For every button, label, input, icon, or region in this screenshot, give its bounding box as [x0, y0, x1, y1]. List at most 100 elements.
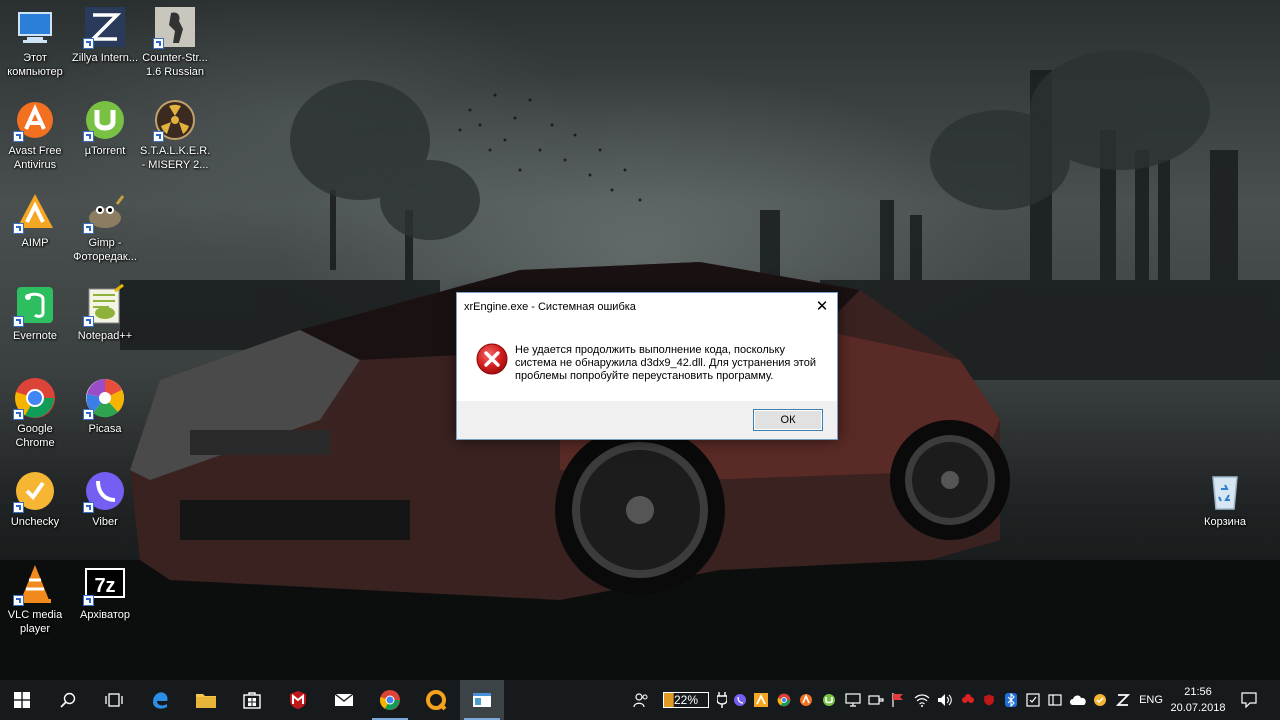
language-indicator[interactable]: ENG: [1136, 680, 1166, 720]
aimp-icon: [13, 190, 57, 234]
tray-avast[interactable]: [797, 680, 815, 720]
shortcut-arrow-icon: [83, 502, 94, 513]
taskbar-mail[interactable]: [322, 680, 366, 720]
desktop-icon[interactable]: Counter-Str... 1.6 Russian: [140, 5, 210, 79]
desktop-icon-label: VLC media player: [7, 609, 63, 635]
desktop-icon[interactable]: Picasa: [70, 376, 140, 436]
avast-icon: [13, 98, 57, 142]
tray-usb[interactable]: [866, 680, 886, 720]
desktop-icon[interactable]: Zillya Intern...: [70, 5, 140, 65]
this-pc-icon: [13, 5, 57, 49]
tray-utorrent[interactable]: [820, 680, 838, 720]
mail-icon: [334, 693, 354, 706]
desktop-icon-label: Notepad++: [77, 330, 133, 342]
desktop-icon[interactable]: Gimp - Фоторедак...: [70, 190, 140, 264]
tray-viber[interactable]: [731, 680, 749, 720]
tray-zillya[interactable]: [1114, 680, 1132, 720]
desktop-icon-label: Gimp - Фоторедак...: [73, 237, 137, 263]
taskbar-mcafee[interactable]: [276, 680, 320, 720]
shortcut-arrow-icon: [83, 595, 94, 606]
desktop-icon[interactable]: Evernote: [0, 283, 70, 343]
tray-app[interactable]: [1046, 680, 1064, 720]
display-icon: [845, 693, 861, 707]
unchecky-icon: [1094, 694, 1106, 706]
desktop-icon-label: Этот компьютер: [7, 52, 63, 78]
shortcut-arrow-icon: [13, 316, 24, 327]
desktop-icon[interactable]: Avast Free Antivirus: [0, 98, 70, 172]
clock[interactable]: 21:56 20.07.2018: [1170, 684, 1226, 716]
shortcut-arrow-icon: [153, 131, 164, 142]
desktop-icon[interactable]: Viber: [70, 469, 140, 529]
qip-icon: [426, 690, 447, 711]
gimp-icon: [83, 190, 127, 234]
tray-chrome[interactable]: [775, 680, 793, 720]
desktop-icon[interactable]: S.T.A.L.K.E.R. - MISERY 2...: [140, 98, 210, 172]
task-view-button[interactable]: [92, 680, 136, 720]
desktop-icon[interactable]: µTorrent: [70, 98, 140, 158]
folder-icon: [196, 694, 216, 708]
desktop-icon[interactable]: Unchecky: [0, 469, 70, 529]
tray-unchecky[interactable]: [1091, 680, 1109, 720]
wifi-icon: [914, 694, 930, 707]
desktop-icon-label: Google Chrome: [15, 423, 55, 449]
desktop-icon-label: Counter-Str... 1.6 Russian: [142, 52, 208, 78]
tray-wifi[interactable]: [912, 680, 932, 720]
taskbar-chrome[interactable]: [368, 680, 412, 720]
action-center-button[interactable]: [1232, 680, 1266, 720]
taskbar-xrengine[interactable]: [460, 680, 504, 720]
search-icon: [60, 692, 76, 708]
clock-time: 21:56: [1184, 686, 1212, 698]
tray-volume[interactable]: [935, 680, 955, 720]
dialog-close-button[interactable]: ✕: [807, 293, 837, 321]
tray-bluetooth[interactable]: [1002, 680, 1020, 720]
app-tray-icon: [1048, 694, 1062, 706]
shortcut-arrow-icon: [83, 223, 94, 234]
dialog-title: xrEngine.exe - Системная ошибка: [464, 301, 636, 313]
evernote-icon: [13, 283, 57, 327]
store-icon: [243, 692, 261, 709]
viber-icon: [83, 469, 127, 513]
desktop-icon[interactable]: Google Chrome: [0, 376, 70, 450]
chrome-icon: [13, 376, 57, 420]
taskbar-qip[interactable]: [414, 680, 458, 720]
tray-onedrive[interactable]: [1068, 680, 1088, 720]
tray-red-app[interactable]: [958, 680, 978, 720]
taskbar-store[interactable]: [230, 680, 274, 720]
desktop-icon[interactable]: Notepad++: [70, 283, 140, 343]
desktop-icon[interactable]: Этот компьютер: [0, 5, 70, 79]
tray-power-plug[interactable]: [713, 680, 731, 720]
desktop-icon[interactable]: 7z Архіватор: [70, 562, 140, 622]
utorrent-icon: [823, 694, 835, 706]
shortcut-arrow-icon: [13, 502, 24, 513]
taskbar-edge[interactable]: [138, 680, 182, 720]
counter-strike-icon: [153, 5, 197, 49]
ok-button[interactable]: ОК: [753, 409, 823, 431]
tray-shield[interactable]: [1024, 680, 1042, 720]
tray-flag[interactable]: [889, 680, 907, 720]
search-button[interactable]: [46, 680, 90, 720]
shortcut-arrow-icon: [83, 131, 94, 142]
desktop-icon[interactable]: VLC media player: [0, 562, 70, 636]
taskbar-file-explorer[interactable]: [184, 680, 228, 720]
people-icon: [633, 693, 648, 708]
tray-people[interactable]: [630, 680, 652, 720]
start-button[interactable]: [0, 680, 44, 720]
notepadpp-icon: [83, 283, 127, 327]
unchecky-icon: [13, 469, 57, 513]
notification-icon: [1241, 692, 1257, 708]
desktop-icon[interactable]: Корзина: [1190, 469, 1260, 529]
zillya-icon: [83, 5, 127, 49]
battery-indicator[interactable]: 22%: [663, 692, 709, 708]
error-icon: [476, 343, 508, 375]
dialog-footer: ОК: [457, 401, 837, 439]
tray-mcafee[interactable]: [980, 680, 998, 720]
application-window-icon: [473, 693, 491, 707]
tray-aimp[interactable]: [752, 680, 770, 720]
shortcut-arrow-icon: [13, 409, 24, 420]
desktop-icon-label: Архіватор: [79, 609, 131, 621]
tray-display[interactable]: [843, 680, 863, 720]
shortcut-arrow-icon: [153, 38, 164, 49]
power-plug-icon: [717, 692, 727, 708]
desktop-icon[interactable]: AIMP: [0, 190, 70, 250]
bluetooth-icon: [1005, 693, 1017, 707]
